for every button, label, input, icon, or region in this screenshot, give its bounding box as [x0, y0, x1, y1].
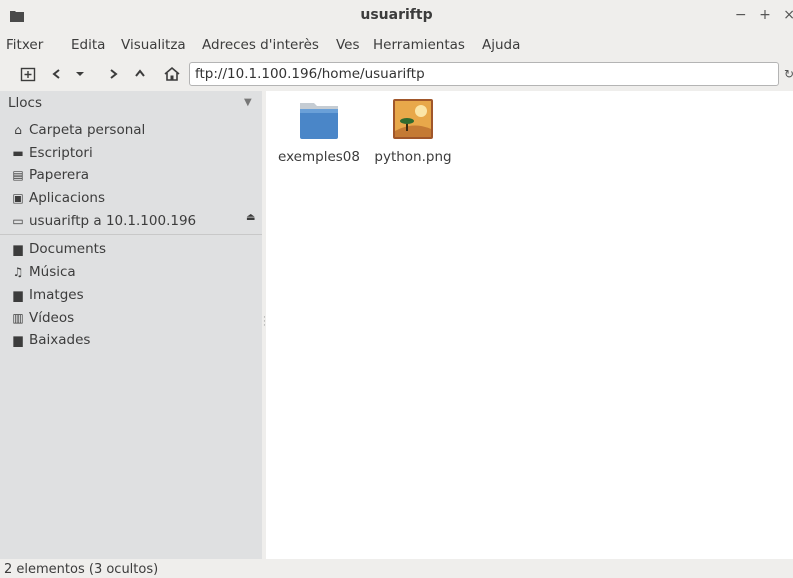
sidebar-item-documents[interactable]: ▆ Documents: [10, 239, 106, 259]
sidebar-item-applications[interactable]: ▣ Aplicacions: [10, 188, 105, 208]
menu-edit[interactable]: Edita: [71, 37, 105, 53]
sidebar-item-home[interactable]: ⌂ Carpeta personal: [10, 120, 145, 140]
sidebar-item-music[interactable]: ♫ Música: [10, 262, 76, 282]
image-icon: [393, 99, 433, 139]
menu-view[interactable]: Visualitza: [121, 37, 186, 53]
sidebar-header-dropdown-icon[interactable]: ▼: [244, 97, 252, 108]
sidebar-item-trash[interactable]: ▤ Paperera: [10, 165, 89, 185]
menu-file[interactable]: Fitxer: [6, 37, 43, 53]
home-button[interactable]: [161, 63, 183, 85]
up-arrow-icon: [135, 69, 145, 77]
file-item-image[interactable]: python.png: [368, 99, 458, 165]
sidebar-item-desktop[interactable]: ▬ Escriptori: [10, 143, 93, 163]
menu-tools[interactable]: Herramientas: [373, 37, 465, 53]
menu-help[interactable]: Ajuda: [482, 37, 520, 53]
sidebar-item-pictures[interactable]: ▆ Imatges: [10, 285, 84, 305]
network-drive-icon: ▭: [12, 214, 24, 228]
sidebar-item-label: Aplicacions: [29, 190, 106, 206]
folder-icon: ▆: [13, 333, 23, 347]
sidebar-header[interactable]: Llocs: [8, 95, 42, 111]
new-tab-button[interactable]: [17, 63, 39, 85]
sidebar-item-label: usuariftp a 10.1.100.196: [29, 213, 197, 229]
menu-bookmarks[interactable]: Adreces d'interès: [202, 37, 319, 53]
file-item-label: python.png: [374, 149, 452, 165]
file-item-label: exemples08: [278, 149, 360, 165]
home-icon: [164, 66, 180, 81]
sidebar-item-label: Carpeta personal: [29, 122, 146, 138]
up-button[interactable]: [129, 63, 151, 85]
history-dropdown-button[interactable]: [69, 63, 91, 85]
home-icon: ⌂: [14, 123, 22, 137]
applications-icon: ▣: [12, 191, 24, 205]
file-view: exemples08 python.png: [266, 91, 793, 559]
sidebar-item-label: Documents: [29, 241, 106, 257]
chevron-down-icon: [76, 72, 84, 76]
menu-bar: Fitxer Edita Visualitza Adreces d'interè…: [0, 34, 793, 58]
sidebar-divider: [0, 234, 262, 235]
folder-icon: [300, 103, 338, 139]
desktop-icon: ▬: [12, 146, 24, 160]
location-go-icon[interactable]: ↻: [784, 67, 793, 81]
eject-icon[interactable]: ⏏: [246, 212, 255, 223]
sidebar-item-label: Escriptori: [29, 145, 93, 161]
sidebar: Llocs ▼ ⌂ Carpeta personal ▬ Escriptori …: [0, 91, 262, 559]
sidebar-item-label: Baixades: [29, 332, 91, 348]
folder-icon: ▆: [13, 242, 23, 256]
sidebar-item-downloads[interactable]: ▆ Baixades: [10, 330, 90, 350]
new-tab-icon: [20, 67, 36, 82]
trash-icon: ▤: [12, 168, 24, 182]
back-arrow-icon: [52, 69, 60, 79]
sidebar-item-label: Música: [29, 264, 76, 280]
status-bar: 2 elementos (3 ocultos): [0, 560, 793, 578]
sidebar-item-ftp-mount[interactable]: ▭ usuariftp a 10.1.100.196: [10, 211, 196, 231]
sidebar-item-label: Paperera: [29, 167, 90, 183]
music-icon: ♫: [12, 265, 24, 279]
forward-button[interactable]: [102, 63, 124, 85]
back-button[interactable]: [46, 63, 68, 85]
forward-arrow-icon: [110, 69, 118, 79]
window-title: usuariftp: [360, 7, 433, 23]
menu-go[interactable]: Ves: [336, 37, 360, 53]
video-icon: ▥: [12, 311, 24, 325]
status-text: 2 elementos (3 ocultos): [4, 562, 159, 577]
file-item-folder[interactable]: exemples08: [274, 99, 364, 165]
sidebar-item-videos[interactable]: ▥ Vídeos: [10, 308, 74, 328]
folder-icon: ▆: [13, 288, 23, 302]
toolbar: ftp://10.1.100.196/home/usuariftp ↻: [0, 58, 793, 90]
sidebar-item-label: Vídeos: [29, 310, 75, 326]
location-input[interactable]: ftp://10.1.100.196/home/usuariftp: [189, 62, 779, 86]
title-bar: usuariftp − + ×: [0, 0, 793, 32]
sidebar-item-label: Imatges: [29, 287, 84, 303]
window-controls[interactable]: − + ×: [735, 7, 793, 23]
